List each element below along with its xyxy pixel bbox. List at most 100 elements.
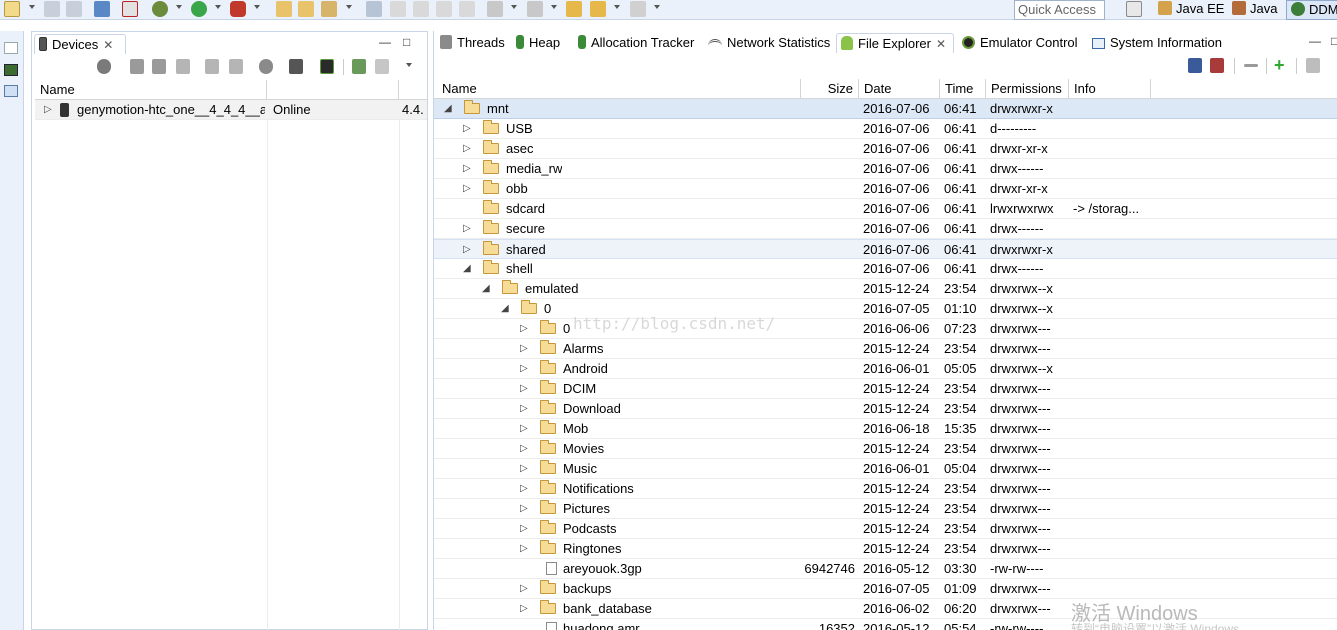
maximize-icon[interactable]: □ (403, 35, 410, 49)
folder-row[interactable]: ◢ 0 2016-07-05 01:10 drwxrwx--x (434, 299, 1337, 319)
folder-row[interactable]: ▷ secure 2016-07-06 06:41 drwx------ (434, 219, 1337, 239)
column-time-header[interactable]: Time (940, 79, 986, 98)
previous-annotation-icon[interactable] (527, 1, 543, 17)
expand-icon[interactable]: ▷ (463, 219, 471, 238)
devices-minimized-icon[interactable] (4, 64, 18, 76)
tab-heap[interactable]: Heap (512, 33, 560, 53)
folder-row[interactable]: ▷ asec 2016-07-06 06:41 drwxr-xr-x (434, 139, 1337, 159)
console-minimized-icon[interactable] (4, 85, 18, 97)
expand-icon[interactable]: ▷ (520, 579, 528, 598)
collapse-icon[interactable]: ◢ (482, 279, 490, 298)
column-size-header[interactable]: Size (801, 79, 859, 98)
expand-icon[interactable]: ▷ (520, 379, 528, 398)
delete-icon[interactable] (1244, 64, 1258, 67)
folder-row[interactable]: sdcard 2016-07-06 06:41 lrwxrwxrwx -> /stora… (434, 199, 1337, 219)
forward-dropdown-arrow[interactable] (654, 5, 660, 9)
folder-row[interactable]: ◢ mnt 2016-07-06 06:41 drwxrwxr-x (434, 99, 1337, 119)
folder-row[interactable]: ▷ Ringtones 2015-12-24 23:54 drwxrwx--- (434, 539, 1337, 559)
folder-row[interactable]: ▷ Music 2016-06-01 05:04 drwxrwx--- (434, 459, 1337, 479)
save-icon[interactable] (44, 1, 60, 17)
new-folder-icon[interactable]: + (1274, 56, 1288, 74)
folder-row[interactable]: ▷ obb 2016-07-06 06:41 drwxr-xr-x (434, 179, 1337, 199)
previous-annotation-dropdown-arrow[interactable] (551, 5, 557, 9)
external-tools-icon[interactable] (230, 1, 246, 17)
expand-icon[interactable]: ▷ (520, 359, 528, 378)
back-icon[interactable] (590, 1, 606, 17)
minimize-icon[interactable]: — (1309, 34, 1321, 48)
tab-emulator-control[interactable]: Emulator Control (958, 33, 1078, 53)
perspective-ddms[interactable]: DDM (1286, 0, 1337, 20)
dump-hprof-icon[interactable] (152, 59, 166, 74)
tab-system-information[interactable]: System Information (1088, 33, 1222, 53)
expand-icon[interactable]: ▷ (520, 439, 528, 458)
stop-process-icon[interactable] (259, 59, 273, 74)
run-icon[interactable] (191, 1, 207, 17)
collapse-icon[interactable]: ◢ (444, 99, 452, 118)
expand-icon[interactable]: ▷ (520, 539, 528, 558)
tab-file-explorer[interactable]: File Explorer ✕ (836, 33, 954, 53)
restore-icon[interactable] (4, 42, 18, 54)
folder-row[interactable]: ▷ Notifications 2015-12-24 23:54 drwxrwx--- (434, 479, 1337, 499)
screen-icon[interactable] (94, 1, 110, 17)
new-dropdown-arrow[interactable] (29, 5, 35, 9)
search-tool-icon[interactable] (321, 1, 337, 17)
expand-icon[interactable]: ▷ (520, 319, 528, 338)
file-row[interactable]: areyouok.3gp 6942746 2016-05-12 03:30 -rw-rw… (434, 559, 1337, 579)
perspective-java-ee[interactable]: Java EE (1158, 0, 1224, 20)
expand-icon[interactable]: ▷ (520, 399, 528, 418)
folder-row[interactable]: ▷ 0 2016-06-06 07:23 drwxrwx--- (434, 319, 1337, 339)
external-tools-dropdown-arrow[interactable] (254, 5, 260, 9)
show-whitespace-icon[interactable] (459, 1, 475, 17)
pull-file-icon[interactable] (1188, 58, 1202, 73)
collapse-icon[interactable]: ◢ (501, 299, 509, 318)
folder-row[interactable]: ◢ shell 2016-07-06 06:41 drwx------ (434, 259, 1337, 279)
next-annotation-icon[interactable] (487, 1, 503, 17)
open-type-icon[interactable] (276, 1, 292, 17)
close-icon[interactable]: ✕ (936, 35, 946, 54)
save-all-icon[interactable] (66, 1, 82, 17)
expand-icon[interactable]: ▷ (44, 100, 52, 119)
expand-icon[interactable]: ▷ (520, 459, 528, 478)
folder-row[interactable]: ▷ DCIM 2015-12-24 23:54 drwxrwx--- (434, 379, 1337, 399)
update-threads-icon[interactable] (205, 59, 219, 74)
hierarchy-view-icon[interactable] (375, 59, 389, 74)
new-icon[interactable] (4, 1, 20, 17)
run-dropdown-arrow[interactable] (215, 5, 221, 9)
expand-icon[interactable]: ▷ (463, 179, 471, 198)
push-file-icon[interactable] (1210, 58, 1224, 73)
column-version-header[interactable] (399, 80, 427, 99)
collapse-icon[interactable]: ◢ (463, 259, 471, 278)
folder-row[interactable]: ▷ USB 2016-07-06 06:41 d--------- (434, 119, 1337, 139)
back-dropdown-arrow[interactable] (614, 5, 620, 9)
opengl-trace-icon[interactable] (352, 59, 366, 74)
expand-icon[interactable]: ▷ (463, 139, 471, 158)
minimize-icon[interactable]: — (379, 35, 391, 49)
close-icon[interactable]: ✕ (103, 36, 113, 55)
column-permissions-header[interactable]: Permissions (986, 79, 1069, 98)
debug-process-icon[interactable] (97, 59, 111, 74)
systrace-icon[interactable] (320, 59, 334, 74)
tab-threads[interactable]: Threads (436, 33, 505, 53)
column-date-header[interactable]: Date (859, 79, 940, 98)
forward-icon[interactable] (630, 1, 646, 17)
android-sdk-icon[interactable] (122, 1, 138, 17)
expand-icon[interactable]: ▷ (520, 499, 528, 518)
debug-dropdown-arrow[interactable] (176, 5, 182, 9)
expand-icon[interactable]: ▷ (520, 599, 528, 618)
tab-network-statistics[interactable]: Network Statistics (704, 33, 830, 53)
maximize-icon[interactable]: □ (1331, 34, 1337, 48)
folder-row[interactable]: ▷ Podcasts 2015-12-24 23:54 drwxrwx--- (434, 519, 1337, 539)
expand-icon[interactable]: ▷ (520, 419, 528, 438)
expand-icon[interactable]: ▷ (463, 240, 471, 259)
folder-row[interactable]: ▷ Pictures 2015-12-24 23:54 drwxrwx--- (434, 499, 1337, 519)
screen-capture-icon[interactable] (289, 59, 303, 74)
folder-row[interactable]: ▷ Download 2015-12-24 23:54 drwxrwx--- (434, 399, 1337, 419)
view-menu-icon[interactable] (406, 63, 412, 67)
folder-row[interactable]: ▷ Mob 2016-06-18 15:35 drwxrwx--- (434, 419, 1337, 439)
next-annotation-dropdown-arrow[interactable] (511, 5, 517, 9)
update-heap-icon[interactable] (130, 59, 144, 74)
debug-icon[interactable] (152, 1, 168, 17)
tab-devices[interactable]: Devices ✕ (34, 34, 126, 54)
perspective-java[interactable]: Java (1232, 0, 1277, 20)
device-row[interactable]: ▷ genymotion-htc_one__4_4_4__ap Online 4… (35, 100, 427, 120)
